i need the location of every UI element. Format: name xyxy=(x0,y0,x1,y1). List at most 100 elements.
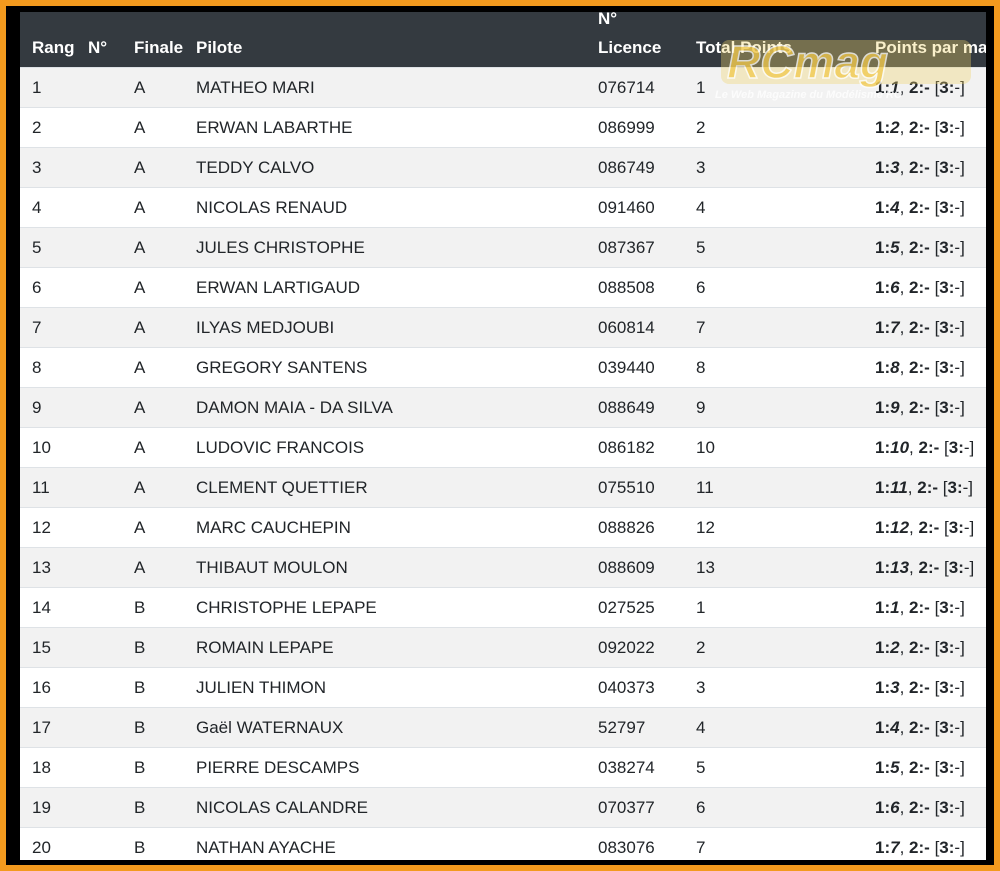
cell-finale: A xyxy=(134,438,146,457)
points-part: 1: xyxy=(875,438,891,457)
cell-total-points: 3 xyxy=(696,158,706,177)
points-part: ] xyxy=(960,398,965,417)
cell-finale: A xyxy=(134,198,146,217)
points-part: , xyxy=(899,238,910,257)
points-part: ] xyxy=(968,478,974,497)
points-part: , xyxy=(899,198,910,217)
points-part: 1: xyxy=(875,198,891,217)
points-part: 1: xyxy=(875,118,891,137)
cell-finale: B xyxy=(134,678,146,697)
cell-licence: 088826 xyxy=(598,518,655,537)
table-row: 8 A GREGORY SANTENS 039440 8 1:8, 2:- [3:-] xyxy=(20,347,986,388)
points-part: 1 xyxy=(890,78,900,97)
cell-total-points: 4 xyxy=(696,198,706,217)
cell-rang: 8 xyxy=(32,358,42,377)
points-part: [ xyxy=(929,318,940,337)
cell-pilote: NICOLAS RENAUD xyxy=(196,198,348,217)
cell-points-par-manche: 1:1, 2:- [3:-] xyxy=(875,78,965,98)
points-part: 1: xyxy=(875,158,891,177)
points-part: , xyxy=(899,718,910,737)
points-part: 3: xyxy=(947,478,963,497)
cell-licence: 039440 xyxy=(598,358,655,377)
points-part: 2: xyxy=(909,158,925,177)
points-part: 4 xyxy=(890,718,900,737)
cell-points-par-manche: 1:13, 2:- [3:-] xyxy=(875,558,974,578)
points-part: 3 xyxy=(890,678,900,697)
points-part: [ xyxy=(929,358,940,377)
cell-total-points: 13 xyxy=(696,558,715,577)
cell-points-par-manche: 1:2, 2:- [3:-] xyxy=(875,638,965,658)
points-part: 11 xyxy=(890,478,908,497)
points-part: [ xyxy=(939,438,949,457)
points-part: ] xyxy=(960,158,965,177)
table-row: 20 B NATHAN AYACHE 083076 7 1:7, 2:- [3:-] xyxy=(20,827,986,860)
points-part: 3: xyxy=(939,798,955,817)
cell-rang: 12 xyxy=(32,518,51,537)
points-part: 1: xyxy=(875,838,891,857)
points-part: 7 xyxy=(890,318,900,337)
table-row: 7 A ILYAS MEDJOUBI 060814 7 1:7, 2:- [3:-] xyxy=(20,307,986,348)
header-pilote[interactable]: Pilote xyxy=(196,38,242,58)
points-part: 5 xyxy=(890,758,900,777)
points-part: 3: xyxy=(939,238,955,257)
header-rang[interactable]: Rang xyxy=(32,38,75,58)
cell-pilote: NATHAN AYACHE xyxy=(196,838,336,857)
cell-finale: A xyxy=(134,398,146,417)
header-finale[interactable]: Finale xyxy=(134,38,183,58)
cell-total-points: 7 xyxy=(696,838,706,857)
points-part: , xyxy=(899,678,910,697)
cell-total-points: 8 xyxy=(696,358,706,377)
cell-rang: 16 xyxy=(32,678,51,697)
header-total-points[interactable]: Total Points xyxy=(696,38,792,58)
table-row: 19 B NICOLAS CALANDRE 070377 6 1:6, 2:- [3:-] xyxy=(20,787,986,828)
cell-rang: 6 xyxy=(32,278,42,297)
cell-licence: 038274 xyxy=(598,758,655,777)
cell-pilote: JULES CHRISTOPHE xyxy=(196,238,365,257)
points-part: [ xyxy=(929,718,940,737)
points-part: 9 xyxy=(890,398,900,417)
points-part: , xyxy=(899,278,910,297)
cell-licence: 087367 xyxy=(598,238,655,257)
points-part: 3: xyxy=(939,598,955,617)
points-part: 10 xyxy=(890,438,910,457)
points-part: 3: xyxy=(939,198,955,217)
cell-pilote: THIBAUT MOULON xyxy=(196,558,348,577)
table-row: 6 A ERWAN LARTIGAUD 088508 6 1:6, 2:- [3:-] xyxy=(20,267,986,308)
points-part: ] xyxy=(960,198,965,217)
points-part: , xyxy=(899,638,910,657)
points-part: 2: xyxy=(909,598,925,617)
cell-points-par-manche: 1:3, 2:- [3:-] xyxy=(875,158,965,178)
cell-finale: B xyxy=(134,638,146,657)
cell-points-par-manche: 1:8, 2:- [3:-] xyxy=(875,358,965,378)
points-part: 2: xyxy=(909,798,925,817)
cell-finale: A xyxy=(134,518,146,537)
cell-points-par-manche: 1:7, 2:- [3:-] xyxy=(875,838,965,858)
points-part: , xyxy=(899,318,910,337)
points-part: 2: xyxy=(909,238,925,257)
points-part: [ xyxy=(929,238,940,257)
cell-rang: 20 xyxy=(32,838,51,857)
cell-pilote: NICOLAS CALANDRE xyxy=(196,798,368,817)
points-part: 2: xyxy=(909,758,925,777)
table-header: Rang N° Finale Pilote N° Licence Total P… xyxy=(20,12,986,67)
points-part: [ xyxy=(929,798,940,817)
points-part: 1: xyxy=(875,558,891,577)
cell-points-par-manche: 1:10, 2:- [3:-] xyxy=(875,438,974,458)
cell-points-par-manche: 1:11, 2:- [3:-] xyxy=(875,478,973,498)
cell-total-points: 9 xyxy=(696,398,706,417)
cell-points-par-manche: 1:5, 2:- [3:-] xyxy=(875,238,965,258)
cell-pilote: ROMAIN LEPAPE xyxy=(196,638,334,657)
points-part: 2: xyxy=(909,318,925,337)
points-part: [ xyxy=(929,198,940,217)
points-part: , xyxy=(899,758,910,777)
points-part: ] xyxy=(960,838,965,857)
points-part: 1: xyxy=(875,718,891,737)
header-points-par-manche[interactable]: Points par ma xyxy=(875,38,986,58)
header-licence[interactable]: Licence xyxy=(598,38,661,58)
cell-points-par-manche: 1:1, 2:- [3:-] xyxy=(875,598,965,618)
cell-rang: 4 xyxy=(32,198,42,217)
cell-total-points: 3 xyxy=(696,678,706,697)
points-part: , xyxy=(899,78,910,97)
header-numero[interactable]: N° xyxy=(88,38,107,58)
cell-rang: 7 xyxy=(32,318,42,337)
